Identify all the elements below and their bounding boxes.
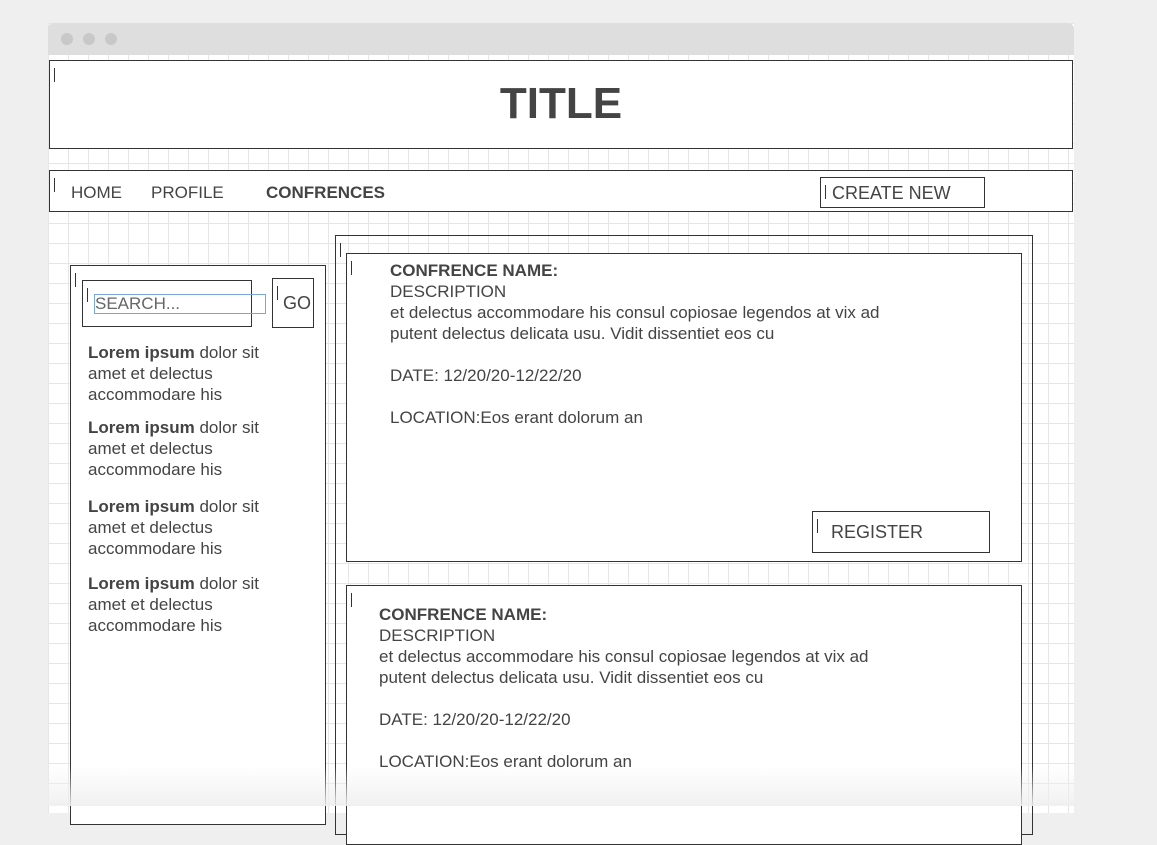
window-close-dot[interactable] (61, 33, 73, 45)
description-label: DESCRIPTION (379, 626, 496, 645)
nav-item-profile[interactable]: PROFILE (151, 183, 224, 203)
create-new-label: CREATE NEW (832, 183, 951, 203)
nav-item-conferences[interactable]: CONFRENCES (266, 183, 385, 203)
window-maximize-dot[interactable] (105, 33, 117, 45)
register-label: REGISTER (831, 522, 924, 542)
nav-item-home[interactable]: HOME (71, 183, 122, 203)
go-button[interactable]: GO (272, 278, 314, 328)
list-item-title: Lorem ipsum (88, 574, 195, 593)
page-title: TITLE (499, 79, 623, 128)
conference-date: DATE: 12/20/20-12/22/20 (390, 366, 582, 385)
search-input[interactable]: SEARCH... (94, 294, 266, 314)
description-text: putent delectus delicata usu. Vidit diss… (379, 668, 764, 687)
conference-name-label: CONFRENCE NAME: (390, 261, 559, 280)
list-item[interactable]: Lorem ipsum dolor sit amet et delectus a… (88, 573, 293, 636)
nav-bar: HOME PROFILE CONFRENCES CREATE NEW (49, 170, 1073, 212)
list-item[interactable]: Lorem ipsum dolor sit amet et delectus a… (88, 496, 293, 559)
conference-card: CONFRENCE NAME: DESCRIPTION et delectus … (346, 585, 1022, 845)
header-panel: TITLE (49, 60, 1073, 149)
conference-date: DATE: 12/20/20-12/22/20 (379, 710, 571, 729)
conference-details: CONFRENCE NAME: DESCRIPTION et delectus … (390, 260, 950, 428)
conference-details: CONFRENCE NAME: DESCRIPTION et delectus … (379, 604, 939, 772)
text-cursor-icon (277, 286, 278, 300)
text-cursor-icon (54, 178, 55, 192)
list-item-title: Lorem ipsum (88, 343, 195, 362)
text-cursor-icon (351, 593, 352, 607)
go-label: GO (283, 293, 312, 313)
list-item[interactable]: Lorem ipsum dolor sit amet et delectus a… (88, 342, 293, 405)
text-cursor-icon (87, 288, 88, 302)
browser-window: TITLE HOME PROFILE CONFRENCES CREATE NEW… (48, 23, 1074, 845)
sidebar-panel: SEARCH... GO Lorem ipsum dolor sit amet … (70, 265, 326, 825)
list-item-title: Lorem ipsum (88, 418, 195, 437)
main-content: CONFRENCE NAME: DESCRIPTION et delectus … (335, 235, 1033, 845)
conference-name-label: CONFRENCE NAME: (379, 605, 548, 624)
description-text: putent delectus delicata usu. Vidit diss… (390, 324, 775, 343)
text-cursor-icon (340, 243, 341, 257)
text-cursor-icon (825, 185, 826, 199)
description-text: et delectus accommodare his consul copio… (379, 647, 869, 666)
description-text: et delectus accommodare his consul copio… (390, 303, 880, 322)
list-item-title: Lorem ipsum (88, 497, 195, 516)
description-label: DESCRIPTION (390, 282, 507, 301)
text-cursor-icon (75, 273, 76, 287)
window-titlebar (48, 23, 1074, 55)
list-item[interactable]: Lorem ipsum dolor sit amet et delectus a… (88, 417, 293, 480)
register-button[interactable]: REGISTER (812, 511, 990, 553)
conference-location: LOCATION:Eos erant dolorum an (379, 752, 632, 771)
text-cursor-icon (351, 261, 352, 275)
search-box: SEARCH... (82, 280, 266, 327)
create-new-button[interactable]: CREATE NEW (820, 177, 985, 208)
conference-location: LOCATION:Eos erant dolorum an (390, 408, 643, 427)
window-minimize-dot[interactable] (83, 33, 95, 45)
text-cursor-icon (817, 519, 818, 533)
conference-card: CONFRENCE NAME: DESCRIPTION et delectus … (346, 253, 1022, 562)
